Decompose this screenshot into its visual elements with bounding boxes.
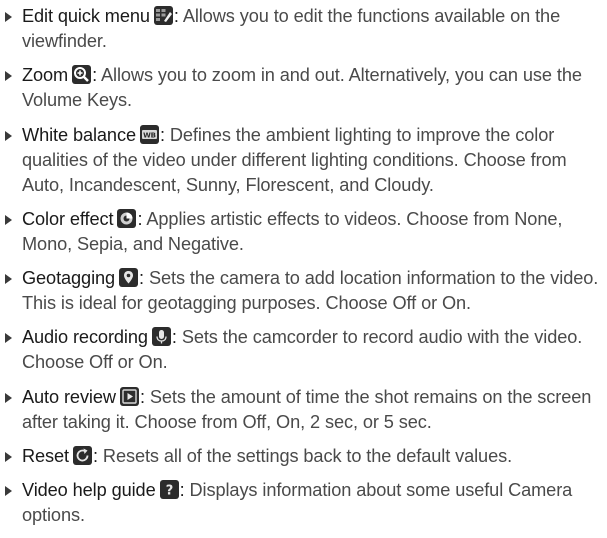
item-term: Edit quick menu <box>22 6 150 26</box>
reset-icon <box>73 446 93 466</box>
edit-quick-menu-icon <box>153 6 173 25</box>
item-term: Video help guide <box>22 480 156 501</box>
item-description: Allows you to zoom in and out. Alternati… <box>22 65 582 111</box>
item-term: Zoom <box>22 65 69 86</box>
bullet-arrow-icon <box>5 214 12 225</box>
list-item-zoom: Zoom : Allows you to zoom in and out. Al… <box>0 63 607 113</box>
item-separator: : <box>173 6 183 26</box>
svg-text:WB: WB <box>143 131 156 139</box>
bullet-arrow-icon <box>5 71 12 82</box>
bullet-arrow-icon <box>5 130 12 141</box>
color-effect-icon <box>117 208 137 228</box>
audio-recording-icon <box>151 327 171 347</box>
item-separator: : <box>179 480 190 501</box>
list-item-auto-review: Auto review : Sets the amount of time th… <box>0 385 607 435</box>
white-balance-icon: WB <box>139 124 159 144</box>
zoom-icon <box>72 65 92 85</box>
auto-review-icon <box>119 386 139 406</box>
item-term: Auto review <box>22 386 116 407</box>
list-item-edit-quick-menu: Edit quick menu : Allows you to edit the… <box>0 4 607 54</box>
item-separator: : <box>92 65 101 86</box>
list-item-white-balance: White balance WB : Defines the ambient l… <box>0 123 607 198</box>
item-term: Reset <box>22 446 70 467</box>
item-separator: : <box>171 327 182 348</box>
list-item-geotagging: Geotagging : Sets the camera to add loca… <box>0 266 607 316</box>
item-separator: : <box>139 386 150 407</box>
list-item-reset: Reset : Resets all of the settings back … <box>0 444 607 469</box>
list-item-video-help-guide: Video help guide ? : Displays informatio… <box>0 478 607 528</box>
bullet-arrow-icon <box>5 12 12 22</box>
bullet-arrow-icon <box>5 274 12 285</box>
list-item-audio-recording: Audio recording : Sets the camcorder to … <box>0 325 607 375</box>
geotagging-icon <box>119 268 139 288</box>
bullet-arrow-icon <box>5 486 12 497</box>
item-description: Resets all of the settings back to the d… <box>102 446 513 467</box>
help-icon: ? <box>159 480 179 500</box>
list-item-color-effect: Color effect : Applies artistic effects … <box>0 207 607 257</box>
settings-description-list: Edit quick menu : Allows you to edit the… <box>0 4 607 538</box>
bullet-arrow-icon <box>5 333 12 344</box>
svg-text:?: ? <box>165 484 172 499</box>
bullet-arrow-icon <box>5 392 12 403</box>
item-separator: : <box>139 268 149 289</box>
item-term: Audio recording <box>22 327 148 348</box>
item-separator: : <box>159 124 170 145</box>
bullet-arrow-icon <box>5 452 12 463</box>
item-term: Geotagging <box>22 268 116 289</box>
item-term: White balance <box>22 124 136 145</box>
item-separator: : <box>93 446 103 467</box>
item-term: Color effect <box>22 208 114 229</box>
